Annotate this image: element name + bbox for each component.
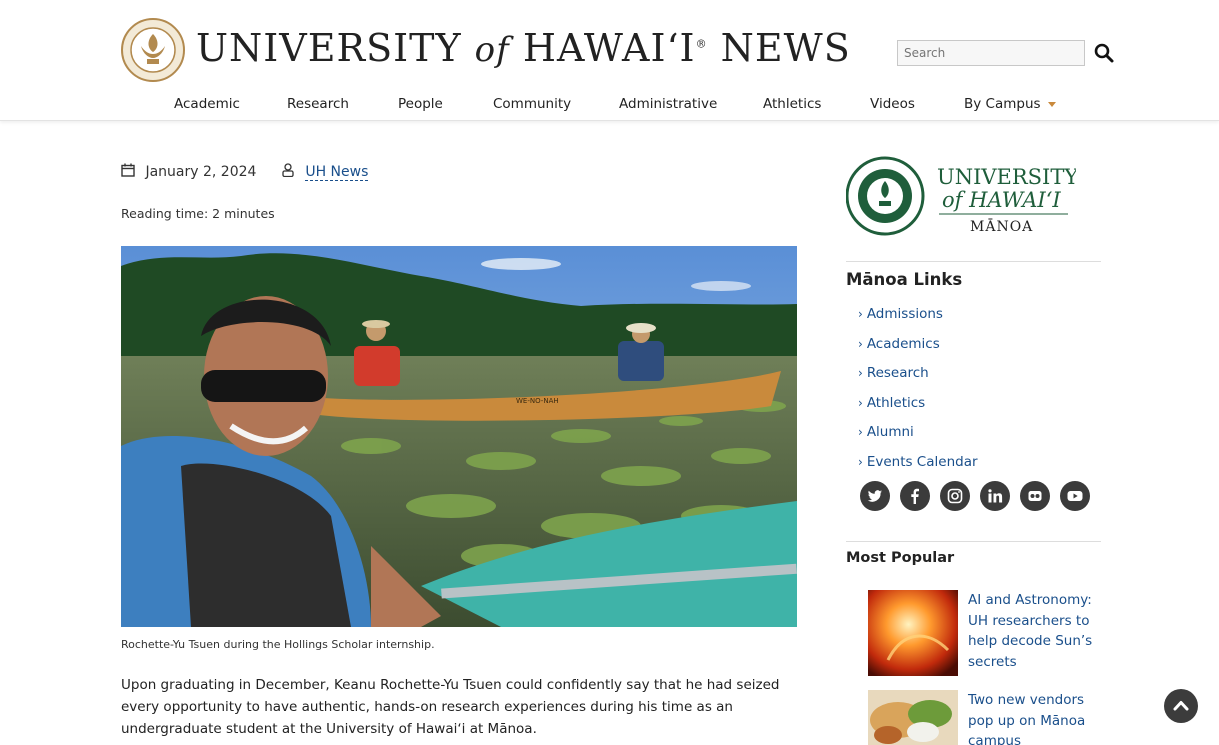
nav-administrative[interactable]: Administrative (619, 96, 717, 112)
logo-university: UNIVERSITY (196, 26, 462, 70)
logo-hawaii: HAWAIʻI (522, 26, 696, 70)
site-logo-wordmark[interactable]: UNIVERSITY of HAWAIʻI® NEWS (196, 26, 851, 70)
link-admissions[interactable]: › Admissions (858, 306, 978, 336)
logo-of: of (474, 30, 510, 70)
chevron-right-icon: › (858, 454, 863, 469)
manoa-logo-line2: of HAWAIʻI (942, 188, 1061, 212)
link-academics[interactable]: › Academics (858, 336, 978, 366)
article-date: January 2, 2024 (145, 164, 257, 180)
popular-item-title[interactable]: Two new vendors pop up on Mānoa campus (968, 690, 1093, 745)
dropdown-caret-icon (1047, 101, 1056, 107)
manoa-links-title: Mānoa Links (846, 270, 963, 289)
article-photo: WE-NO-NAH (121, 246, 797, 627)
canoe-label: WE-NO-NAH (516, 397, 559, 405)
twitter-icon[interactable] (860, 481, 890, 511)
nav-by-campus-label: By Campus (964, 96, 1041, 112)
popular-thumbnail-sun[interactable] (868, 590, 958, 676)
article-meta: January 2, 2024 UH News (121, 163, 369, 181)
nav-by-campus[interactable]: By Campus (964, 96, 1056, 112)
site-header: UNIVERSITY of HAWAIʻI® NEWS Academic Res… (0, 0, 1219, 121)
search-icon[interactable] (1093, 42, 1115, 64)
social-links (860, 481, 1095, 511)
photo-caption: Rochette-Yu Tsuen during the Hollings Sc… (121, 638, 435, 651)
manoa-links-list: › Admissions › Academics › Research › Athlet… (858, 306, 978, 484)
link-events-calendar[interactable]: › Events Calendar (858, 454, 978, 484)
reading-time: Reading time: 2 minutes (121, 206, 275, 221)
chevron-right-icon: › (858, 307, 863, 321)
facebook-icon[interactable] (900, 481, 931, 511)
linkedin-icon[interactable] (980, 481, 1011, 511)
most-popular-title: Most Popular (846, 550, 955, 566)
nav-community[interactable]: Community (493, 96, 571, 112)
nav-videos[interactable]: Videos (870, 96, 915, 112)
popular-thumbnail-food[interactable] (868, 690, 958, 745)
link-admissions-label[interactable]: Admissions (867, 306, 943, 322)
main-nav: Academic Research People Community Admin… (0, 96, 1219, 116)
chevron-right-icon: › (858, 425, 863, 440)
link-alumni-label[interactable]: Alumni (867, 424, 914, 440)
link-research-label[interactable]: Research (867, 365, 929, 381)
link-academics-label[interactable]: Academics (867, 336, 940, 352)
sidebar-divider (846, 541, 1101, 542)
chevron-right-icon: › (858, 395, 863, 410)
user-icon (282, 163, 294, 178)
manoa-logo-line3: MĀNOA (970, 217, 1033, 235)
uh-seal-logo[interactable] (121, 18, 185, 82)
link-research[interactable]: › Research (858, 365, 978, 395)
logo-registered: ® (695, 37, 708, 51)
popular-item-title[interactable]: AI and Astronomy: UH researchers to help… (968, 590, 1093, 676)
chevron-right-icon: › (858, 336, 863, 351)
link-athletics-label[interactable]: Athletics (867, 395, 925, 411)
chevron-up-icon (1173, 701, 1189, 711)
link-alumni[interactable]: › Alumni (858, 424, 978, 454)
nav-academic[interactable]: Academic (174, 96, 240, 112)
popular-item[interactable]: Two new vendors pop up on Mānoa campus (868, 690, 1108, 745)
manoa-logo-line1: UNIVERSITY (937, 165, 1076, 189)
nav-athletics[interactable]: Athletics (763, 96, 821, 112)
youtube-icon[interactable] (1060, 481, 1091, 511)
link-events-calendar-label[interactable]: Events Calendar (867, 454, 978, 470)
link-athletics[interactable]: › Athletics (858, 395, 978, 425)
nav-research[interactable]: Research (287, 96, 349, 112)
flickr-icon[interactable] (1020, 481, 1051, 511)
back-to-top-button[interactable] (1164, 689, 1198, 723)
uh-manoa-logo[interactable]: UNIVERSITY of HAWAIʻI MĀNOA (846, 156, 1076, 238)
logo-news: NEWS (720, 26, 851, 70)
sidebar-divider (846, 261, 1101, 262)
search-input[interactable] (897, 40, 1085, 66)
instagram-icon[interactable] (940, 481, 971, 511)
nav-people[interactable]: People (398, 96, 443, 112)
chevron-right-icon: › (858, 366, 863, 381)
author-link[interactable]: UH News (305, 164, 369, 181)
calendar-icon (121, 163, 135, 177)
article-body: Upon graduating in December, Keanu Roche… (121, 677, 780, 737)
